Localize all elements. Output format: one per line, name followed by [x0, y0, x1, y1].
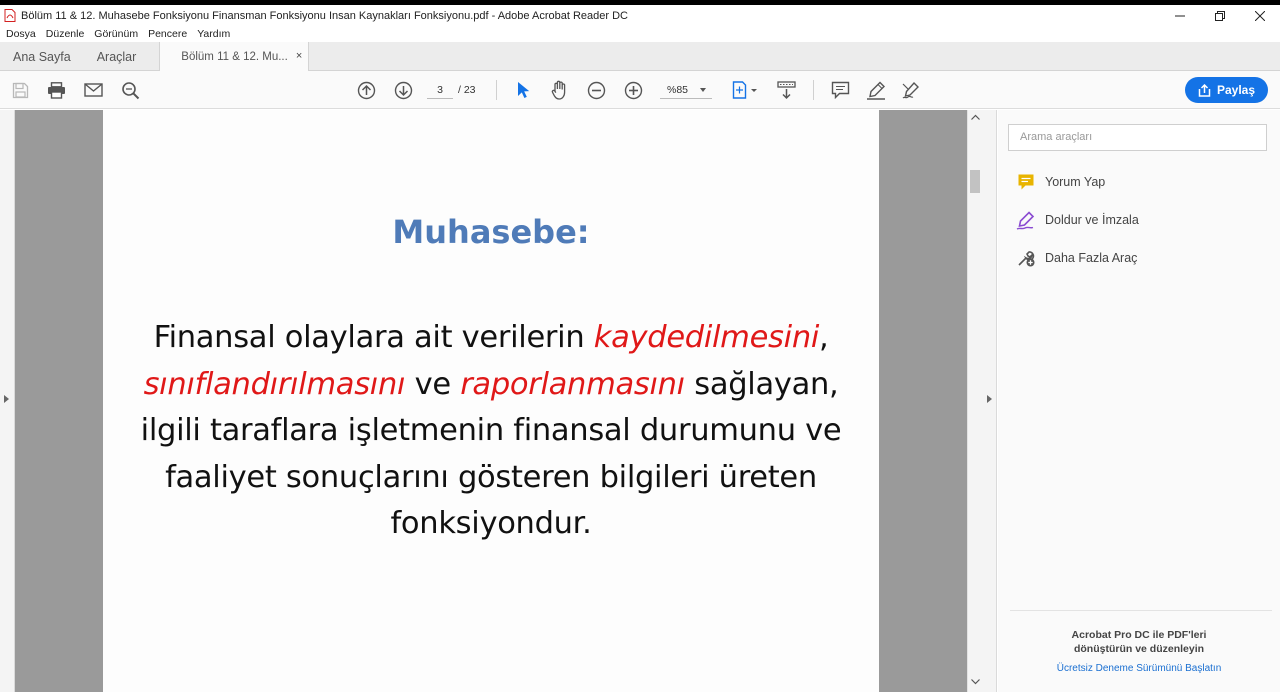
- minimize-icon: [1175, 15, 1185, 16]
- save-icon: [12, 82, 28, 98]
- signature-pen-icon: [902, 81, 919, 98]
- menu-view[interactable]: Görünüm: [94, 28, 138, 40]
- tools-search-input[interactable]: Arama araçları: [1008, 124, 1267, 151]
- minimize-button[interactable]: [1160, 5, 1200, 26]
- emphasis-text: kaydedilmesini: [593, 320, 820, 355]
- tools-pane: Arama araçları Yorum Yap Doldur ve İmzal…: [998, 110, 1280, 692]
- restore-icon: [1215, 10, 1225, 21]
- paragraph-text: Finansal olaylara ait verilerin: [153, 320, 594, 355]
- arrow-up-circle-icon: [357, 81, 375, 99]
- left-panel-toggle[interactable]: [0, 110, 15, 692]
- menu-bar: Dosya Düzenle Görünüm Pencere Yardım: [0, 26, 1280, 42]
- email-button[interactable]: [83, 80, 103, 100]
- document-viewport[interactable]: Muhasebe: Finansal olaylara ait verileri…: [15, 110, 967, 692]
- emphasis-text: sınıflandırılmasını: [143, 366, 406, 402]
- plus-circle-icon: [624, 81, 642, 99]
- page-number-input[interactable]: 3: [427, 81, 453, 99]
- tool-fill-sign-label: Doldur ve İmzala: [1045, 213, 1139, 227]
- highlighter-icon: [867, 81, 885, 100]
- envelope-icon: [83, 83, 103, 97]
- tab-document[interactable]: Bölüm 11 & 12. Mu... ×: [159, 42, 310, 71]
- page-total: / 23: [458, 84, 476, 96]
- menu-window[interactable]: Pencere: [148, 28, 187, 40]
- highlight-button[interactable]: [866, 80, 886, 100]
- hand-icon: [551, 80, 566, 100]
- share-button-label: Paylaş: [1216, 83, 1256, 97]
- window-title: Bölüm 11 & 12. Muhasebe Fonksiyonu Finan…: [21, 9, 628, 22]
- restore-button[interactable]: [1200, 5, 1240, 26]
- title-bar: Bölüm 11 & 12. Muhasebe Fonksiyonu Finan…: [0, 5, 1280, 26]
- page-heading: Muhasebe:: [392, 213, 590, 251]
- promo-line-2: dönüştürün ve düzenleyin: [1073, 643, 1205, 655]
- tab-tools[interactable]: Araçlar: [84, 42, 150, 71]
- share-button[interactable]: Paylaş: [1185, 77, 1268, 103]
- chevron-right-icon: [4, 395, 9, 403]
- next-page-button[interactable]: [393, 80, 413, 100]
- tab-bar: Ana Sayfa Araçlar Bölüm 11 & 12. Mu... ×: [0, 42, 1280, 71]
- select-tool-button[interactable]: [513, 80, 533, 100]
- close-window-button[interactable]: [1240, 5, 1280, 26]
- arrow-down-circle-icon: [394, 81, 412, 99]
- more-tools-icon: [1016, 248, 1036, 268]
- zoom-in-button[interactable]: [623, 80, 643, 100]
- promo-text: Acrobat Pro DC ile PDF'leri dönüştürün v…: [998, 628, 1280, 656]
- acrobat-app-icon: [4, 9, 16, 22]
- fit-page-button[interactable]: [730, 80, 760, 100]
- scroll-mode-icon: [776, 80, 796, 99]
- zoom-level-select[interactable]: %85: [660, 81, 712, 99]
- scroll-down-icon[interactable]: [971, 679, 980, 685]
- page-paragraph: Finansal olaylara ait verilerin kaydedil…: [123, 315, 859, 548]
- zoom-search-icon: [121, 81, 139, 99]
- zoom-out-button[interactable]: [586, 80, 606, 100]
- tool-comment[interactable]: Yorum Yap: [1016, 171, 1105, 193]
- tool-more-tools-label: Daha Fazla Araç: [1045, 251, 1138, 265]
- tab-document-label: Bölüm 11 & 12. Mu...: [181, 50, 288, 63]
- right-panel-toggle[interactable]: [982, 110, 997, 692]
- scrollbar-thumb[interactable]: [970, 170, 980, 193]
- cursor-arrow-icon: [518, 82, 530, 98]
- scroll-up-icon[interactable]: [971, 114, 980, 120]
- window-controls: [1160, 5, 1280, 26]
- tool-fill-sign[interactable]: Doldur ve İmzala: [1016, 209, 1139, 231]
- zoom-level-value: %85: [667, 84, 689, 96]
- emphasis-text: raporlanmasını: [460, 366, 685, 402]
- fit-page-icon: [732, 81, 757, 99]
- toolbar-divider: [813, 80, 814, 100]
- tool-comment-label: Yorum Yap: [1045, 175, 1106, 189]
- previous-page-button[interactable]: [356, 80, 376, 100]
- sign-button[interactable]: [902, 80, 922, 100]
- fill-sign-icon: [1016, 210, 1036, 230]
- paragraph-text: ve: [405, 366, 461, 402]
- toolbar: 3 / 23 %85 Paylaş: [0, 71, 1280, 109]
- toolbar-divider: [496, 80, 497, 100]
- chevron-right-icon: [987, 395, 992, 403]
- vertical-scrollbar[interactable]: [967, 110, 982, 692]
- free-trial-link[interactable]: Ücretsiz Deneme Sürümünü Başlatın: [998, 663, 1280, 674]
- comment-icon: [1016, 172, 1036, 192]
- minus-circle-icon: [587, 81, 605, 99]
- menu-file[interactable]: Dosya: [6, 28, 36, 40]
- scroll-mode-button[interactable]: [776, 80, 796, 100]
- comment-button[interactable]: [830, 80, 850, 100]
- close-icon: [1255, 10, 1265, 21]
- promo-line-1: Acrobat Pro DC ile PDF'leri: [1071, 629, 1207, 641]
- hand-tool-button[interactable]: [550, 80, 570, 100]
- tool-more-tools[interactable]: Daha Fazla Araç: [1016, 247, 1137, 269]
- paragraph-text: ,: [819, 320, 829, 355]
- comment-icon: [831, 81, 849, 99]
- share-icon: [1198, 83, 1211, 97]
- save-button[interactable]: [10, 80, 30, 100]
- printer-icon: [47, 81, 65, 99]
- search-text-button[interactable]: [120, 80, 140, 100]
- chevron-down-icon: [700, 88, 706, 92]
- print-button[interactable]: [46, 80, 66, 100]
- tab-home[interactable]: Ana Sayfa: [0, 42, 84, 71]
- menu-edit[interactable]: Düzenle: [46, 28, 85, 40]
- menu-help[interactable]: Yardım: [197, 28, 230, 40]
- promo-divider: [1010, 610, 1272, 611]
- tab-close-button[interactable]: ×: [296, 50, 302, 62]
- pdf-page: Muhasebe: Finansal olaylara ait verileri…: [103, 110, 879, 692]
